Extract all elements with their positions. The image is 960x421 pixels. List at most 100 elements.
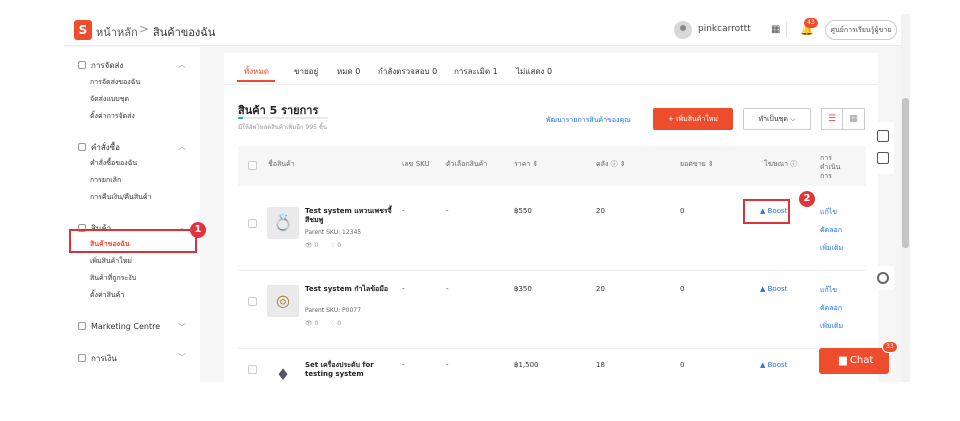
finance-icon [78,354,86,362]
sku-value: - [402,207,405,215]
col-product-name: ชื่อสินค้า [268,160,295,168]
chat-icon: ▆ [839,355,847,366]
stock-value: 20 [596,207,605,215]
row-checkbox[interactable] [248,219,257,228]
tab-sold-out[interactable]: หมด 0 [337,65,360,78]
upload-quota-text: มีให้อัพโหลดสินค้าเพิ่มอีก 995 ชิ้น [238,124,327,131]
annotation-marker-2: 2 [799,191,815,207]
tab-reviewing[interactable]: กำลังตรวจสอบ 0 [378,65,437,78]
product-name[interactable]: Test system กำไลข้อมือ [305,285,397,294]
sidebar-section-marketing[interactable]: Marketing Centre [78,322,160,331]
sku-value: - [402,361,405,369]
shopee-logo-icon[interactable]: S [74,20,92,40]
boost-button[interactable]: ▲ Boost [760,285,787,293]
view-count: 👁 0 [305,242,319,249]
rocket-icon: ▲ [760,285,766,293]
chart-icon[interactable] [877,130,889,142]
inbox-icon[interactable] [877,152,889,164]
variation-value: - [446,361,449,369]
edit-link[interactable]: แก้ไข [820,285,837,296]
table-row: ♦ Set เครื่องประดับ for testing system -… [238,349,866,382]
chevron-up-icon[interactable]: ︿ [178,59,186,70]
col-variation: ตัวเลือกสินค้า [446,160,488,168]
variation-value: - [446,207,449,215]
like-count: ♡ 0 [330,320,342,327]
product-thumbnail[interactable]: ◎ [267,285,299,317]
sidebar-item-my-shipment[interactable]: การจัดส่งของฉัน [90,77,140,88]
chat-button[interactable]: ▆ Chat [819,348,889,374]
add-product-button[interactable]: + เพิ่มสินค้าใหม่ [653,108,733,130]
rocket-icon: ▲ [760,361,766,369]
col-sales[interactable]: ยอดขาย ⇕ [680,159,714,170]
tab-live[interactable]: ขายอยู่ [294,65,318,78]
parent-sku: Parent SKU: P0077 [305,307,361,314]
list-view-icon[interactable]: ☰ [821,108,843,130]
support-icon[interactable] [877,272,889,284]
sidebar-item-return-refund[interactable]: การคืนเงิน/คืนสินค้า [90,192,152,203]
right-tool-rail [872,122,894,174]
copy-link[interactable]: คัดลอก [820,303,842,314]
scrollbar-thumb[interactable] [902,98,909,248]
sidebar-item-mass-ship[interactable]: จัดส่งแบบชุด [90,94,129,105]
sidebar-item-cancellation[interactable]: การยกเลิก [90,175,121,186]
col-ads: โฆษณา ⓘ [764,160,798,168]
stock-value: 18 [596,361,605,369]
row-checkbox[interactable] [248,297,257,306]
sidebar-item-banned-products[interactable]: สินค้าที่ถูกระงับ [90,273,136,284]
batch-actions-dropdown[interactable]: ทำเป็นชุด ⌵ [743,108,811,130]
edit-link[interactable]: แก้ไข [820,207,837,218]
sidebar-section-orders[interactable]: คำสั่งซื้อ [78,141,120,154]
product-thumbnail[interactable]: ♦ [267,359,299,382]
top-header: S หน้าหลัก > สินค้าของฉัน pinkcarrottt ▦… [64,14,910,46]
sidebar-item-shipping-settings[interactable]: ตั้งค่าการจัดส่ง [90,111,135,122]
sidebar-item-product-settings[interactable]: ตั้งค่าสินค้า [90,290,124,301]
support-widget [872,266,894,290]
annotation-marker-1: 1 [190,222,206,238]
upload-quota-bar [238,117,328,119]
username[interactable]: pinkcarrottt [698,24,751,34]
tab-delisted[interactable]: ไม่แสดง 0 [516,65,552,78]
sales-value: 0 [680,285,685,293]
more-link[interactable]: เพิ่มเติม [820,243,843,254]
price-value: ฿1,500 [514,361,539,369]
select-all-checkbox[interactable] [248,161,257,170]
breadcrumb-home[interactable]: หน้าหลัก [96,23,138,41]
product-thumbnail[interactable]: 💍 [267,207,299,239]
view-count: 👁 0 [305,320,319,327]
annotation-highlight-my-products [69,229,197,253]
boost-button[interactable]: ▲ Boost [760,361,787,369]
product-name[interactable]: Set เครื่องประดับ for testing system [305,361,397,379]
improve-listing-link[interactable]: พัฒนารายการสินค้าของคุณ [546,115,631,126]
sidebar-item-add-product[interactable]: เพิ่มสินค้าใหม่ [90,256,132,267]
col-price[interactable]: ราคา ⇕ [514,159,538,170]
chevron-up-icon[interactable]: ︿ [178,141,186,152]
grid-view-icon[interactable]: ▦ [843,108,865,130]
row-checkbox[interactable] [248,365,257,374]
chevron-down-icon[interactable]: ﹀ [178,322,186,333]
orders-icon [78,143,86,151]
chevron-down-icon[interactable]: ﹀ [178,352,186,363]
sku-value: - [402,285,405,293]
avatar[interactable] [674,21,692,39]
tab-all[interactable]: ทั้งหมด [244,65,269,78]
tab-violation[interactable]: การละเมิด 1 [454,65,498,78]
apps-grid-icon[interactable]: ▦ [771,24,782,35]
product-name[interactable]: Test system แหวนเพชรจี้สีชมพู [305,207,397,225]
price-value: ฿350 [514,285,532,293]
more-link[interactable]: เพิ่มเติม [820,321,843,332]
sidebar-section-finance[interactable]: การเงิน [78,352,117,365]
breadcrumb-current: สินค้าของฉัน [153,26,216,39]
col-sku: เลข SKU [402,160,430,168]
seller-centre-window: S หน้าหลัก > สินค้าของฉัน pinkcarrottt ▦… [64,14,910,382]
sidebar: การจัดส่ง ︿ การจัดส่งของฉัน จัดส่งแบบชุด… [64,47,200,382]
page-scrollbar[interactable] [901,14,910,382]
learning-centre-button[interactable]: ศูนย์การเรียนรู้ผู้ขาย [825,20,897,40]
notification-badge: 43 [804,18,818,28]
sales-value: 0 [680,361,685,369]
col-stock[interactable]: คลัง ⓘ ⇕ [596,159,626,170]
active-tab-indicator [237,80,275,82]
like-count: ♡ 0 [330,242,342,249]
copy-link[interactable]: คัดลอก [820,225,842,236]
sidebar-item-my-orders[interactable]: คำสั่งซื้อของฉัน [90,158,137,169]
sidebar-section-shipping[interactable]: การจัดส่ง [78,59,123,72]
